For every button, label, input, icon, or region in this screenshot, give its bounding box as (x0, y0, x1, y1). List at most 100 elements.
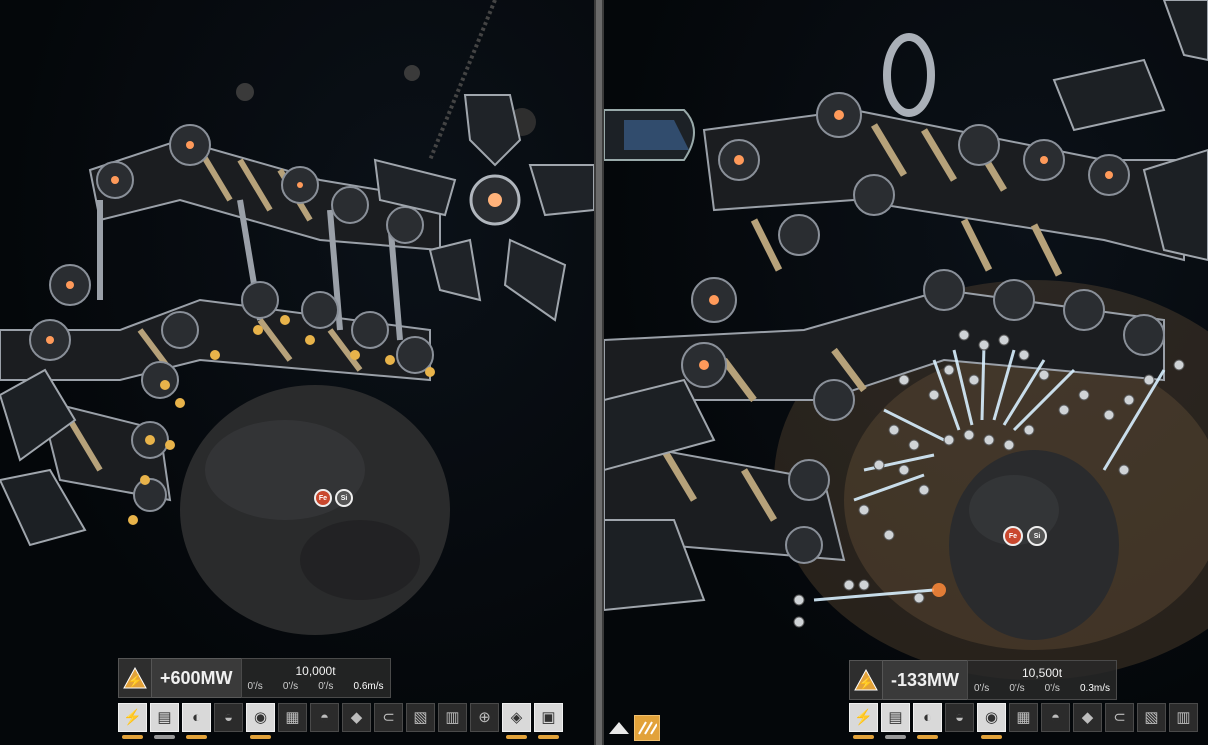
toolbar-glyph: ▦ (1016, 709, 1031, 726)
active-indicator (917, 735, 938, 739)
resource-tag-fe[interactable]: Fe (1003, 526, 1023, 546)
toolbar-glyph: ⊂ (382, 709, 395, 726)
toolbar-drone-button[interactable]: ◉ (246, 703, 275, 741)
toolbar-glyph: ▧ (1144, 709, 1159, 726)
mass-readout: 10,000t (295, 664, 336, 678)
toolbar-directional-button[interactable]: ◈ (502, 703, 531, 741)
active-indicator (186, 735, 207, 739)
magnet-icon: ◐ (913, 703, 942, 732)
toolbar-camera-button[interactable]: ▣ (534, 703, 563, 741)
active-indicator (538, 735, 559, 739)
toolbar-glyph: ◓ (319, 709, 330, 726)
toolbar-glyph: ▦ (285, 709, 300, 726)
toolbar-refinery-button[interactable]: ◓ (310, 703, 339, 741)
toolbar-refinery-button[interactable]: ◓ (1041, 703, 1070, 741)
toolbar-glyph: ◐ (191, 709, 202, 726)
toolbar-hook-button[interactable]: ⊂ (1105, 703, 1134, 741)
active-indicator (122, 735, 143, 739)
toolbar-target-button[interactable]: ⊕ (470, 703, 499, 741)
toolbar-magnet-button[interactable]: ◐ (913, 703, 942, 741)
screen-icon: ▤ (150, 703, 179, 732)
active-indicator (154, 735, 175, 739)
split-divider[interactable] (594, 0, 604, 745)
target-icon: ⊕ (470, 703, 499, 732)
toolbar-glyph: ▤ (888, 709, 903, 726)
toolbar-glyph: ◐ (922, 709, 933, 726)
toolbar-cargo-button[interactable]: ▧ (1137, 703, 1166, 741)
module-toolbar: ⚡ ▤ ◐ ◒ ◉ ▦ ◓ ◆ ⊂ ▧ ▥ (849, 703, 1198, 741)
hazard-toggle-button[interactable] (634, 715, 660, 741)
toolbar-glyph: ▥ (445, 709, 460, 726)
rate-readouts: 0'/s 0'/s 0'/s 0.6m/s (248, 681, 384, 692)
toolbar-screen-button[interactable]: ▤ (881, 703, 910, 741)
toolbar-screen-button[interactable]: ▤ (150, 703, 179, 741)
yaw-rate: 0'/s (282, 681, 299, 692)
left-viewport[interactable]: Fe Si ⚡ +600MW 10,000t 0'/s 0'/s 0'/s 0.… (0, 0, 594, 745)
tool-icon: ◆ (1073, 703, 1102, 732)
toolbar-power-warning-button[interactable]: ⚡ (849, 703, 878, 741)
toolbar-module-button[interactable]: ▥ (438, 703, 467, 741)
mining-icon: ▦ (1009, 703, 1038, 732)
rate-readouts: 0'/s 0'/s 0'/s 0.3m/s (974, 683, 1110, 694)
toolbar-glyph: ◒ (223, 709, 234, 726)
mass-readout: 10,500t (1021, 666, 1063, 680)
toolbar-scanner-button[interactable]: ◒ (214, 703, 243, 741)
toolbar-tool-button[interactable]: ◆ (342, 703, 371, 741)
toolbar-scanner-button[interactable]: ◒ (945, 703, 974, 741)
tool-icon: ◆ (342, 703, 371, 732)
refinery-icon: ◓ (1041, 703, 1070, 732)
cargo-icon: ▧ (406, 703, 435, 732)
active-indicator (250, 735, 271, 739)
debris-rock (404, 65, 420, 81)
active-indicator (853, 735, 874, 739)
module-icon: ▥ (438, 703, 467, 732)
power-warning-icon[interactable]: ⚡ (118, 658, 152, 698)
power-readout: -133MW (883, 660, 968, 700)
stats-panel: 10,000t 0'/s 0'/s 0'/s 0.6m/s (240, 658, 391, 698)
resource-tag-fe[interactable]: Fe (314, 489, 332, 507)
resource-tag-si[interactable]: Si (1027, 526, 1047, 546)
roll-rate: 0'/s (1044, 683, 1060, 694)
toolbar-magnet-button[interactable]: ◐ (182, 703, 211, 741)
drone-icon: ◉ (246, 703, 275, 732)
toolbar-mining-button[interactable]: ▦ (1009, 703, 1038, 741)
mining-icon: ▦ (278, 703, 307, 732)
toolbar-glyph: ◈ (510, 709, 523, 726)
velocity: 0.6m/s (353, 681, 384, 692)
scanner-icon: ◒ (214, 703, 243, 732)
toolbar-hook-button[interactable]: ⊂ (374, 703, 403, 741)
scanner-icon: ◒ (945, 703, 974, 732)
toolbar-module-button[interactable]: ▥ (1169, 703, 1198, 741)
active-indicator (506, 735, 527, 739)
power-warning-icon: ⚡ (118, 703, 147, 732)
directional-icon: ◈ (502, 703, 531, 732)
svg-text:⚡: ⚡ (128, 674, 143, 688)
toolbar-glyph: ◒ (954, 709, 965, 726)
active-indicator (981, 735, 1002, 739)
power-readout: +600MW (152, 658, 241, 698)
hazard-stripes-icon (638, 721, 657, 735)
toolbar-glyph: ◆ (350, 709, 363, 726)
toolbar-tool-button[interactable]: ◆ (1073, 703, 1102, 741)
toolbar-glyph: ◆ (1081, 709, 1094, 726)
drone-icon: ◉ (977, 703, 1006, 732)
power-warning-icon[interactable]: ⚡ (849, 660, 883, 700)
toolbar-drone-button[interactable]: ◉ (977, 703, 1006, 741)
resource-tag-si[interactable]: Si (335, 489, 353, 507)
toolbar-glyph: ▥ (1176, 709, 1191, 726)
game-root: Fe Si ⚡ +600MW 10,000t 0'/s 0'/s 0'/s 0.… (0, 0, 1208, 745)
yaw-rate: 0'/s (1009, 683, 1025, 694)
toolbar-cargo-button[interactable]: ▧ (406, 703, 435, 741)
toolbar-mining-button[interactable]: ▦ (278, 703, 307, 741)
eject-button[interactable] (606, 715, 632, 741)
right-scene (604, 0, 1208, 680)
module-icon: ▥ (1169, 703, 1198, 732)
toolbar-power-warning-button[interactable]: ⚡ (118, 703, 147, 741)
right-viewport[interactable]: Fe Si ⚡ -133MW 10,500t 0'/s 0'/s 0'/s 0.… (604, 0, 1208, 745)
ship-status-panel: ⚡ +600MW 10,000t 0'/s 0'/s 0'/s 0.6m/s (118, 658, 391, 698)
cargo-icon: ▧ (1137, 703, 1166, 732)
toolbar-glyph: ◓ (1050, 709, 1061, 726)
refinery-icon: ◓ (310, 703, 339, 732)
impact-spark (932, 583, 946, 597)
hook-icon: ⊂ (1105, 703, 1134, 732)
